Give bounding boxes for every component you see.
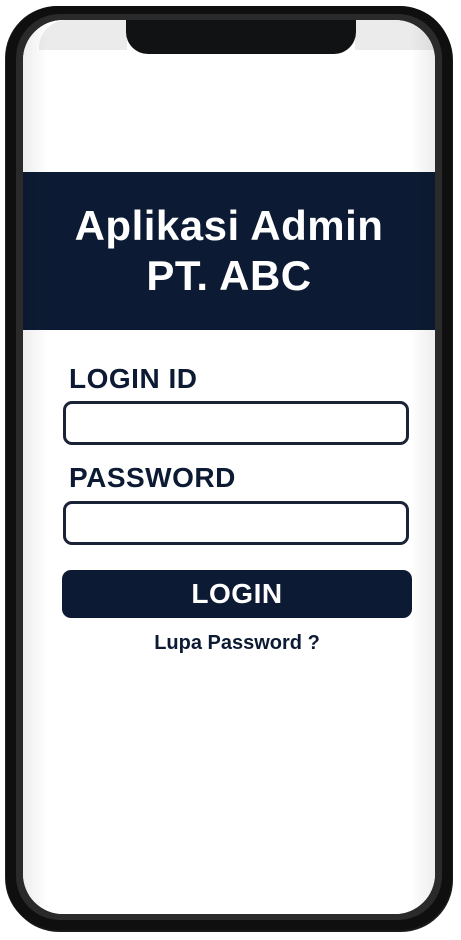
app-header: Aplikasi Admin PT. ABC [23, 172, 435, 330]
app-title: Aplikasi Admin [74, 202, 384, 249]
company-name: PT. ABC [146, 252, 312, 299]
phone-screen: Aplikasi Admin PT. ABC LOGIN ID PASSWORD… [23, 20, 435, 914]
password-label: PASSWORD [69, 462, 236, 493]
forgot-password-link[interactable]: Lupa Password ? [23, 632, 435, 655]
status-bar-left [39, 20, 127, 50]
phone-frame: Aplikasi Admin PT. ABC LOGIN ID PASSWORD… [6, 6, 452, 930]
login-id-input[interactable] [63, 401, 409, 445]
phone-notch [126, 20, 356, 54]
login-id-label: LOGIN ID [69, 363, 198, 394]
status-bar-right [355, 20, 433, 50]
login-button[interactable]: LOGIN [62, 570, 412, 618]
stage: Aplikasi Admin PT. ABC LOGIN ID PASSWORD… [0, 0, 461, 940]
password-input[interactable] [63, 501, 409, 545]
